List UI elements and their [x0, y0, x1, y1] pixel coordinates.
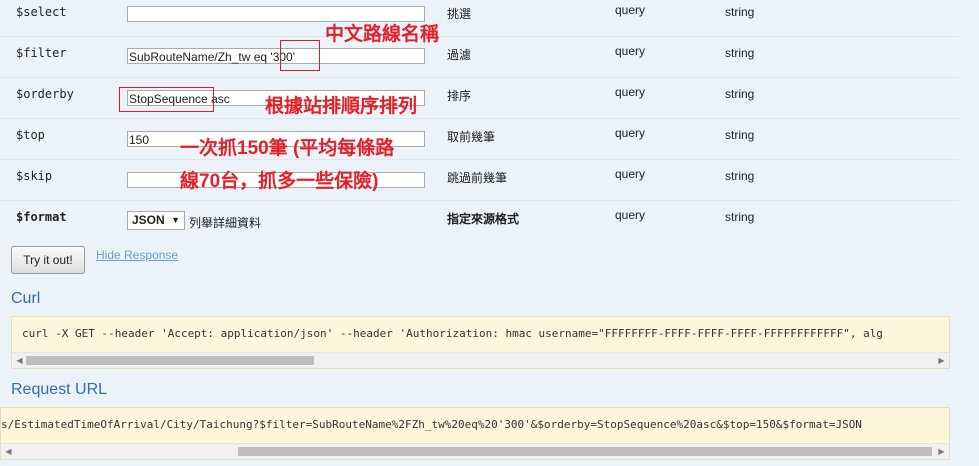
scroll-thumb[interactable] [238, 447, 932, 456]
annotation-top-line2: 線70台，抓多一些保險) [180, 171, 379, 192]
param-row-top: $top 150 取前幾筆 query string [0, 119, 959, 160]
param-description: 排序 [447, 89, 472, 103]
param-type: query [615, 44, 646, 58]
request-url-heading: Request URL [11, 381, 108, 398]
annotation-top-line1: 一次抓150筆 (平均每條路 [180, 138, 395, 159]
param-description: 挑選 [447, 7, 472, 21]
param-type: query [615, 208, 646, 222]
param-type: query [615, 85, 646, 99]
highlight-box-orderby [119, 87, 214, 112]
param-description: 過濾 [447, 48, 472, 62]
curl-command: curl -X GET --header 'Accept: applicatio… [22, 327, 883, 340]
try-it-out-button[interactable]: Try it out! [11, 246, 85, 274]
param-description: 跳過前幾筆 [447, 171, 508, 185]
param-type: query [615, 3, 646, 17]
param-description: 取前幾筆 [447, 130, 496, 144]
param-row-skip: $skip 跳過前幾筆 query string [0, 160, 959, 201]
curl-block[interactable]: curl -X GET --header 'Accept: applicatio… [11, 316, 950, 369]
chevron-down-icon: ▼ [171, 215, 180, 225]
hide-response-link[interactable]: Hide Response [96, 248, 178, 262]
request-url-block[interactable]: s/EstimatedTimeOfArrival/City/Taichung?$… [0, 407, 950, 460]
data-type: string [725, 210, 755, 224]
data-type: string [725, 128, 755, 142]
highlight-box-route [280, 40, 320, 71]
filter-input[interactable]: SubRouteName/Zh_tw eq '300' [127, 48, 425, 64]
annotation-route-name: 中文路線名稱 [325, 24, 440, 45]
param-row-select: $select 挑選 query string [0, 0, 959, 37]
curl-heading: Curl [11, 290, 41, 307]
param-type: query [615, 167, 646, 181]
param-name: $skip [16, 169, 53, 183]
data-type: string [725, 5, 755, 19]
data-type: string [725, 169, 755, 183]
scroll-right-icon[interactable]: ▶ [934, 444, 949, 459]
annotation-orderby: 根據站排順序排列 [265, 96, 418, 117]
data-type: string [725, 46, 755, 60]
param-type: query [615, 126, 646, 140]
param-name: $format [16, 210, 67, 224]
format-note: 列舉詳細資料 [189, 216, 262, 230]
param-description: 指定來源格式 [447, 212, 520, 226]
format-select[interactable]: JSON ▼ [127, 211, 185, 230]
param-name: $top [16, 128, 45, 142]
data-type: string [725, 87, 755, 101]
scroll-left-icon[interactable]: ◀ [1, 444, 16, 459]
scroll-left-icon[interactable]: ◀ [12, 353, 27, 368]
param-row-filter: $filter SubRouteName/Zh_tw eq '300' 過濾 q… [0, 37, 959, 78]
param-name: $orderby [16, 87, 74, 101]
curl-scrollbar[interactable]: ◀ ▶ [12, 352, 949, 368]
request-url-text: s/EstimatedTimeOfArrival/City/Taichung?$… [1, 418, 862, 431]
request-url-scrollbar[interactable]: ◀ ▶ [1, 443, 949, 459]
param-name: $select [16, 5, 67, 19]
scroll-right-icon[interactable]: ▶ [934, 353, 949, 368]
param-name: $filter [16, 46, 67, 60]
scroll-thumb[interactable] [26, 356, 314, 365]
